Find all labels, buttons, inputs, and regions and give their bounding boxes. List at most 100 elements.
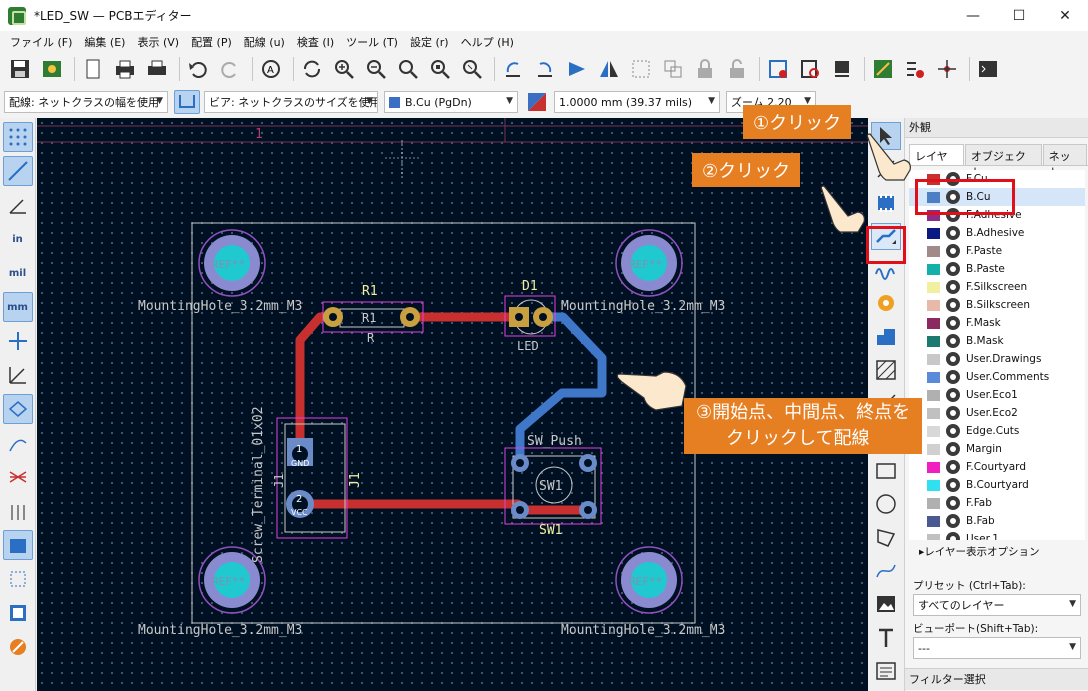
tab-layers[interactable]: レイヤー xyxy=(909,144,964,179)
add-footprint-icon[interactable] xyxy=(871,189,901,216)
undo-icon[interactable] xyxy=(184,55,212,83)
menu-place[interactable]: 配置 (P) xyxy=(185,34,238,50)
eye-icon[interactable] xyxy=(946,532,960,540)
rotate-ccw-icon[interactable] xyxy=(499,55,527,83)
menu-help[interactable]: ヘルプ (H) xyxy=(455,34,520,50)
add-text-icon[interactable] xyxy=(871,624,901,651)
grid-overrides-icon[interactable] xyxy=(2,156,33,186)
draw-rectangle-icon[interactable] xyxy=(871,457,901,484)
menu-edit[interactable]: 編集 (E) xyxy=(78,34,131,50)
add-zone-icon[interactable] xyxy=(871,323,901,350)
eye-icon[interactable] xyxy=(946,496,960,510)
selection-filter-title[interactable]: フィルター選択 xyxy=(905,668,1088,690)
zoom-objects-icon[interactable] xyxy=(426,55,454,83)
eye-icon[interactable] xyxy=(946,406,960,420)
units-inch-button[interactable]: in xyxy=(3,224,33,254)
board-setup-icon[interactable] xyxy=(38,55,66,83)
layer-color-swatch[interactable] xyxy=(927,281,940,293)
layer-color-swatch[interactable] xyxy=(927,299,940,311)
add-via-icon[interactable] xyxy=(871,290,901,317)
add-image-icon[interactable] xyxy=(871,591,901,618)
layer-row[interactable]: B.Silkscreen xyxy=(909,296,1085,314)
layer-row[interactable]: F.Fab xyxy=(909,494,1085,512)
add-keepout-icon[interactable] xyxy=(871,357,901,384)
layer-color-swatch[interactable] xyxy=(927,443,940,455)
via-display-icon[interactable] xyxy=(3,598,33,628)
close-button[interactable]: ✕ xyxy=(1042,0,1088,31)
zone-fill-icon[interactable] xyxy=(2,530,33,560)
menu-inspect[interactable]: 検査 (I) xyxy=(291,34,340,50)
eye-icon[interactable] xyxy=(946,514,960,528)
page-settings-icon[interactable] xyxy=(79,55,107,83)
tab-nets[interactable]: ネット xyxy=(1042,144,1087,179)
flip-horizontal-icon[interactable] xyxy=(563,55,591,83)
layer-row[interactable]: B.Courtyard xyxy=(909,476,1085,494)
eye-icon[interactable] xyxy=(946,226,960,240)
layer-color-swatch[interactable] xyxy=(927,389,940,401)
layer-color-swatch[interactable] xyxy=(927,317,940,329)
layer-select[interactable]: B.Cu (PgDn) ▼ xyxy=(384,91,518,113)
draw-bezier-icon[interactable] xyxy=(871,557,901,584)
menu-preferences[interactable]: 設定 (r) xyxy=(404,34,455,50)
grid-select[interactable]: 1.0000 mm (39.37 mils) ▼ xyxy=(554,91,720,113)
eye-icon[interactable] xyxy=(946,460,960,474)
highlight-net-icon[interactable] xyxy=(3,462,33,492)
group-icon[interactable] xyxy=(627,55,655,83)
redo-icon[interactable] xyxy=(216,55,244,83)
zoom-out-icon[interactable] xyxy=(362,55,390,83)
ratsnest-icon[interactable] xyxy=(2,394,33,424)
layer-color-swatch[interactable] xyxy=(927,479,940,491)
eye-icon[interactable] xyxy=(946,244,960,258)
eye-icon[interactable] xyxy=(946,478,960,492)
eye-icon[interactable] xyxy=(946,262,960,276)
eye-icon[interactable] xyxy=(946,334,960,348)
layer-color-swatch[interactable] xyxy=(927,407,940,419)
eye-icon[interactable] xyxy=(946,370,960,384)
route-icon[interactable] xyxy=(933,55,961,83)
net-inspector-icon[interactable] xyxy=(3,496,33,526)
drc-icon[interactable] xyxy=(901,55,929,83)
unlock-icon[interactable] xyxy=(723,55,751,83)
eye-icon[interactable] xyxy=(946,388,960,402)
netlist-update-icon[interactable] xyxy=(828,55,856,83)
layer-row[interactable]: User.Comments xyxy=(909,368,1085,386)
layer-color-swatch[interactable] xyxy=(927,533,940,540)
eye-icon[interactable] xyxy=(946,424,960,438)
layer-color-swatch[interactable] xyxy=(927,263,940,275)
mirror-icon[interactable] xyxy=(595,55,623,83)
plot-icon[interactable] xyxy=(143,55,171,83)
layer-row[interactable]: F.Silkscreen xyxy=(909,278,1085,296)
viewport-select[interactable]: --- ▼ xyxy=(913,637,1081,659)
lock-icon[interactable] xyxy=(691,55,719,83)
layer-row[interactable]: User.Eco2 xyxy=(909,404,1085,422)
refresh-icon[interactable] xyxy=(298,55,326,83)
layer-row[interactable]: User.Drawings xyxy=(909,350,1085,368)
layer-color-swatch[interactable] xyxy=(927,461,940,473)
track-outline-icon[interactable] xyxy=(3,632,33,662)
units-mm-button[interactable]: mm xyxy=(2,292,33,322)
eye-icon[interactable] xyxy=(946,298,960,312)
rotate-cw-icon[interactable] xyxy=(531,55,559,83)
eye-icon[interactable] xyxy=(946,352,960,366)
polar-coords-icon[interactable] xyxy=(3,190,33,220)
layer-color-swatch[interactable] xyxy=(927,227,940,239)
layer-row[interactable]: User.1 xyxy=(909,530,1085,540)
zoom-selection-icon[interactable] xyxy=(458,55,486,83)
measure-icon[interactable] xyxy=(3,360,33,390)
zoom-fit-icon[interactable] xyxy=(394,55,422,83)
layer-display-options[interactable]: ▸レイヤー表示オプション xyxy=(919,544,1039,559)
layer-color-swatch[interactable] xyxy=(927,497,940,509)
tab-objects[interactable]: オブジェクト xyxy=(964,144,1042,179)
layer-color-swatch[interactable] xyxy=(927,245,940,257)
menu-route[interactable]: 配線 (u) xyxy=(238,34,291,50)
grid-dots-icon[interactable] xyxy=(2,122,33,152)
layer-row[interactable]: Edge.Cuts xyxy=(909,422,1085,440)
pad-display-icon[interactable] xyxy=(3,564,33,594)
layer-row[interactable]: B.Fab xyxy=(909,512,1085,530)
layer-row[interactable]: B.Mask xyxy=(909,332,1085,350)
eye-icon[interactable] xyxy=(946,442,960,456)
layer-color-swatch[interactable] xyxy=(927,335,940,347)
layer-color-swatch[interactable] xyxy=(927,425,940,437)
layer-row[interactable]: B.Paste xyxy=(909,260,1085,278)
schematic-icon[interactable] xyxy=(869,55,897,83)
